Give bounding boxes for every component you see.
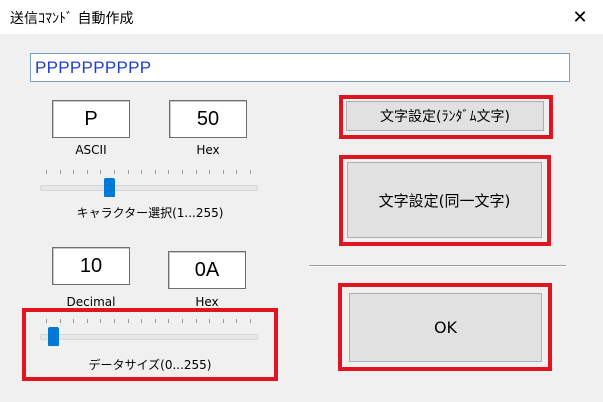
ascii-value-box: P bbox=[52, 100, 130, 138]
slider-tick bbox=[182, 170, 183, 174]
highlight-ok-button bbox=[338, 283, 552, 371]
window-title: 送信ｺﾏﾝﾄﾞ 自動作成 bbox=[10, 11, 134, 27]
character-slider-track bbox=[40, 185, 258, 191]
slider-tick bbox=[73, 170, 75, 174]
character-slider-thumb[interactable] bbox=[103, 178, 115, 197]
title-bar: 送信ｺﾏﾝﾄﾞ 自動作成 ✕ bbox=[0, 0, 603, 34]
character-slider[interactable] bbox=[40, 166, 260, 197]
decimal-value-box: 10 bbox=[52, 247, 130, 285]
decimal-label: Decimal bbox=[66, 295, 116, 309]
slider-tick bbox=[86, 170, 88, 174]
close-icon[interactable]: ✕ bbox=[557, 0, 603, 34]
slider-tick bbox=[250, 170, 251, 174]
slider-tick bbox=[59, 170, 61, 174]
char-hex-label: Hex bbox=[196, 143, 220, 157]
command-text-input[interactable] bbox=[31, 54, 577, 81]
ascii-label: ASCII bbox=[75, 143, 107, 157]
char-hex-value-box: 50 bbox=[169, 100, 247, 138]
slider-tick bbox=[141, 170, 143, 174]
slider-tick bbox=[236, 170, 238, 174]
character-slider-label: キャラクター選択(1...255) bbox=[76, 206, 224, 220]
slider-tick bbox=[195, 170, 197, 174]
slider-tick bbox=[168, 170, 170, 174]
slider-tick bbox=[127, 170, 129, 174]
slider-tick bbox=[114, 170, 115, 174]
size-hex-label: Hex bbox=[195, 295, 219, 309]
highlight-data-size-slider bbox=[22, 308, 278, 381]
size-hex-value-box: 0A bbox=[168, 251, 246, 289]
slider-tick bbox=[209, 170, 211, 174]
highlight-same-button bbox=[339, 155, 551, 246]
slider-tick bbox=[154, 170, 156, 174]
slider-tick bbox=[46, 170, 47, 174]
slider-tick bbox=[100, 170, 102, 174]
command-text-field[interactable] bbox=[30, 53, 577, 82]
slider-tick bbox=[222, 170, 224, 174]
highlight-random-button bbox=[339, 95, 553, 139]
separator bbox=[309, 265, 566, 267]
